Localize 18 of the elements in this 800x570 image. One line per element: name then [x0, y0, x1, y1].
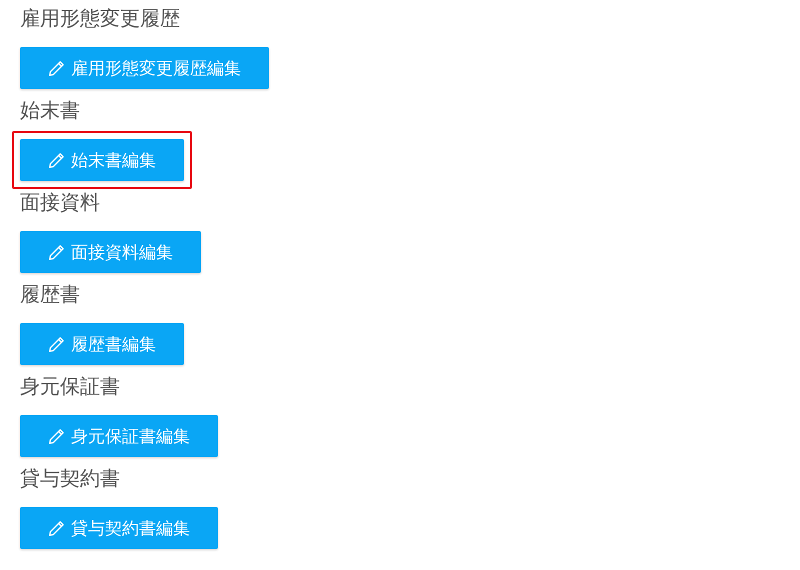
section-title: 雇用形態変更履歴 — [20, 5, 181, 32]
pencil-icon — [48, 152, 65, 168]
pencil-icon — [48, 244, 65, 260]
section-title: 身元保証書 — [20, 373, 121, 400]
pencil-icon — [48, 428, 65, 444]
section-title: 貸与契約書 — [20, 465, 121, 492]
pencil-icon — [48, 60, 65, 76]
pencil-icon — [48, 336, 65, 352]
edit-button[interactable]: 履歴書編集 — [20, 323, 184, 365]
pencil-icon — [48, 520, 65, 536]
edit-button[interactable]: 面接資料編集 — [20, 231, 201, 273]
edit-button[interactable]: 雇用形態変更履歴編集 — [20, 47, 269, 89]
section-title: 始末書 — [20, 97, 81, 124]
edit-button[interactable]: 身元保証書編集 — [20, 415, 218, 457]
section-title: 履歴書 — [20, 281, 81, 308]
edit-button[interactable]: 始末書編集 — [20, 139, 184, 181]
edit-button[interactable]: 貸与契約書編集 — [20, 507, 218, 549]
section-title: 面接資料 — [20, 189, 101, 216]
